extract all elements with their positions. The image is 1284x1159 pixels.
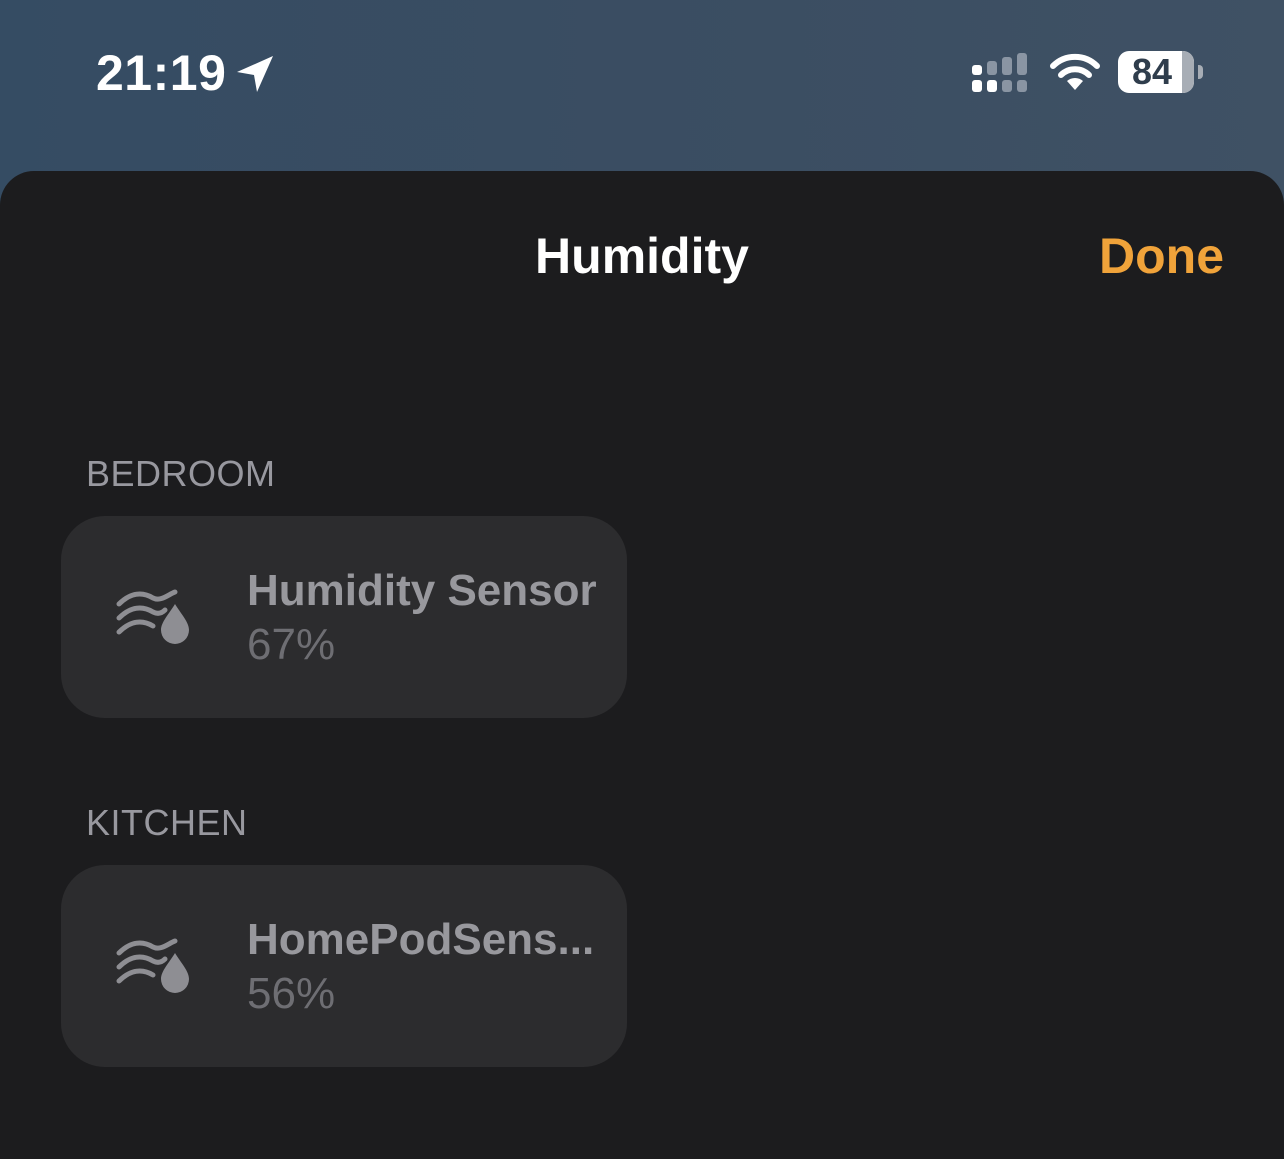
battery-body: 84 <box>1118 51 1194 93</box>
humidity-icon <box>116 589 189 644</box>
accessory-tile-humidity-sensor[interactable]: Humidity Sensor 67% <box>61 516 627 718</box>
humidity-sheet: Humidity Done BEDROOM Humidity Sensor 67… <box>0 171 1284 1159</box>
accessory-humidity-value: 67% <box>247 620 336 669</box>
location-arrow-icon <box>237 56 273 92</box>
battery-indicator: 84 <box>1118 51 1206 95</box>
section-header-kitchen: KITCHEN <box>86 802 248 843</box>
status-bar: 21:19 84 <box>0 0 1284 150</box>
done-button[interactable]: Done <box>1099 227 1224 285</box>
cellular-signal-icon <box>972 53 1027 92</box>
accessory-tile-homepod-sensor[interactable]: HomePodSens... 56% <box>61 865 627 1067</box>
sheet-title: Humidity <box>535 228 749 284</box>
accessory-humidity-value: 56% <box>247 969 336 1018</box>
status-time: 21:19 <box>96 45 227 101</box>
wifi-icon <box>1050 53 1100 90</box>
accessory-name: HomePodSens... <box>247 915 595 964</box>
battery-level: 84 <box>1131 51 1173 92</box>
section-header-bedroom: BEDROOM <box>86 453 276 494</box>
battery-tip <box>1198 65 1203 79</box>
accessory-name: Humidity Sensor <box>247 566 597 615</box>
humidity-icon <box>116 938 189 993</box>
